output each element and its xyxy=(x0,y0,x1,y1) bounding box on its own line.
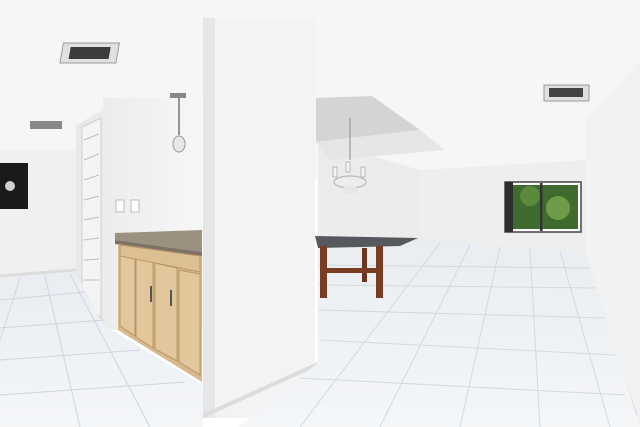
wall-art-motif xyxy=(5,181,15,191)
light-switch xyxy=(130,199,140,213)
louvered-closet-door xyxy=(81,117,102,320)
ceiling-vent-icon xyxy=(30,121,62,129)
pillar-shadow-edge xyxy=(203,18,215,418)
scene-svg xyxy=(0,0,640,427)
ceiling-vent-icon xyxy=(543,84,590,102)
window-frame-left xyxy=(505,182,513,232)
interior-photo xyxy=(0,0,640,427)
light-switch xyxy=(115,199,125,213)
window-foliage xyxy=(546,196,570,220)
ceiling-vent-icon xyxy=(59,42,121,64)
window-mullion xyxy=(540,183,543,231)
window-foliage xyxy=(520,186,540,206)
pillar-wall xyxy=(203,18,315,418)
